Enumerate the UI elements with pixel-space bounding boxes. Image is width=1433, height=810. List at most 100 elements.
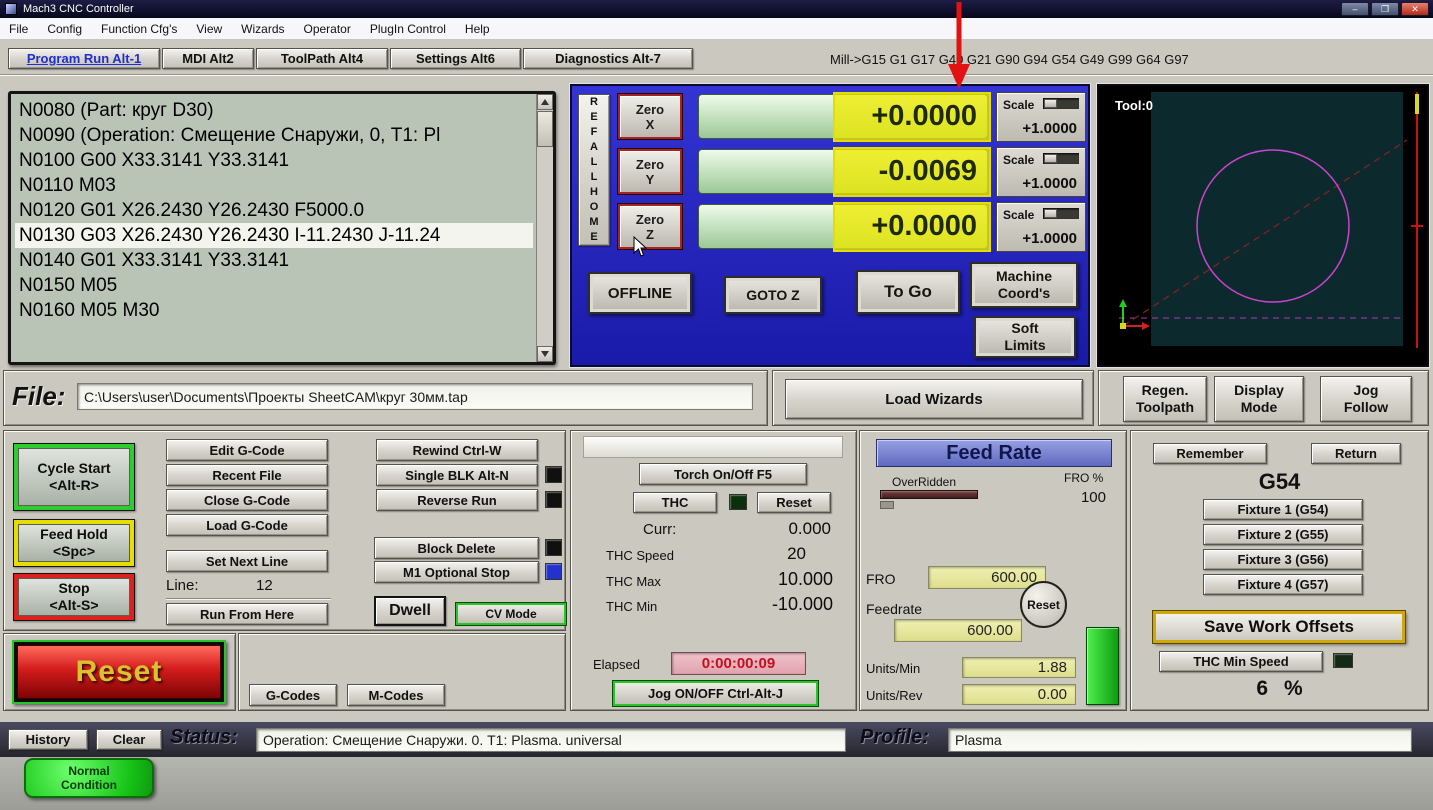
clear-button[interactable]: Clear (96, 729, 162, 750)
y-axis-dro[interactable]: -0.0069 (698, 147, 991, 197)
load-gcode-button[interactable]: Load G-Code (166, 514, 328, 536)
menu-config[interactable]: Config (47, 22, 82, 36)
tab-diagnostics[interactable]: Diagnostics Alt-7 (523, 48, 693, 69)
z-scale-slider[interactable] (1043, 208, 1079, 219)
m1-optional-stop-button[interactable]: M1 Optional Stop (374, 561, 539, 583)
fixture-3-button[interactable]: Fixture 3 (G56) (1203, 549, 1363, 570)
display-mode-button[interactable]: Display Mode (1214, 376, 1304, 422)
x-scale-slider[interactable] (1043, 98, 1079, 109)
fro-reset-button[interactable]: Reset (1020, 581, 1067, 628)
maximize-button[interactable]: ❐ (1371, 2, 1399, 16)
scroll-down-icon[interactable] (537, 346, 553, 362)
m-codes-button[interactable]: M-Codes (347, 684, 445, 706)
set-next-line-button[interactable]: Set Next Line (166, 550, 328, 572)
jog-follow-button[interactable]: Jog Follow (1320, 376, 1412, 422)
tab-program-run[interactable]: Program Run Alt-1 (8, 48, 160, 69)
x-axis-dro[interactable]: +0.0000 (698, 92, 991, 142)
history-button[interactable]: History (8, 729, 88, 750)
edit-gcode-button[interactable]: Edit G-Code (166, 439, 328, 461)
y-scale-slider[interactable] (1043, 153, 1079, 164)
menu-operator[interactable]: Operator (304, 22, 351, 36)
normal-condition-lamp[interactable]: Normal Condition (24, 758, 154, 798)
x-dro-value[interactable]: +0.0000 (777, 100, 977, 133)
fixture-2-button[interactable]: Fixture 2 (G55) (1203, 524, 1363, 545)
gcode-line[interactable]: N0150 M05 (15, 273, 533, 298)
gcode-line-current[interactable]: N0130 G03 X26.2430 Y26.2430 I-11.2430 J-… (15, 223, 533, 248)
stop-button[interactable]: Stop <Alt-S> (13, 573, 135, 621)
fixture-4-button[interactable]: Fixture 4 (G57) (1203, 574, 1363, 595)
regen-toolpath-button[interactable]: Regen. Toolpath (1123, 376, 1207, 422)
reset-button[interactable]: Reset (12, 640, 226, 704)
save-work-offsets-button[interactable]: Save Work Offsets (1153, 611, 1405, 643)
tab-mdi[interactable]: MDI Alt2 (162, 48, 254, 69)
offline-button[interactable]: OFFLINE (588, 272, 692, 314)
thc-min-speed-button[interactable]: THC Min Speed (1159, 651, 1323, 672)
fixture-1-button[interactable]: Fixture 1 (G54) (1203, 499, 1363, 520)
scroll-up-icon[interactable] (537, 94, 553, 110)
soft-limits-button[interactable]: Soft Limits (974, 316, 1076, 358)
menu-function-cfgs[interactable]: Function Cfg's (101, 22, 177, 36)
block-delete-button[interactable]: Block Delete (374, 537, 539, 559)
thc-min-value[interactable]: -10.000 (691, 594, 833, 615)
override-slider-handle[interactable] (880, 501, 894, 509)
y-scale-value[interactable]: +1.0000 (1022, 175, 1077, 192)
feed-rate-panel: Feed Rate OverRidden FRO % 100 FRO 600.0… (859, 430, 1127, 711)
torch-on-off-button[interactable]: Torch On/Off F5 (639, 463, 807, 485)
thc-reset-button[interactable]: Reset (757, 492, 831, 513)
gcode-line[interactable]: N0100 G00 X33.3141 Y33.3141 (15, 148, 533, 173)
reverse-run-button[interactable]: Reverse Run (376, 489, 538, 511)
menu-wizards[interactable]: Wizards (241, 22, 284, 36)
z-scale-value[interactable]: +1.0000 (1022, 230, 1077, 247)
gcode-scrollbar[interactable] (536, 94, 553, 362)
goto-z-button[interactable]: GOTO Z (724, 276, 822, 314)
menu-view[interactable]: View (196, 22, 222, 36)
close-button[interactable]: ✕ (1401, 2, 1429, 16)
scrollbar-thumb[interactable] (537, 111, 553, 147)
cycle-start-button[interactable]: Cycle Start <Alt-R> (13, 443, 135, 511)
single-blk-button[interactable]: Single BLK Alt-N (376, 464, 538, 486)
return-button[interactable]: Return (1311, 443, 1401, 464)
remember-button[interactable]: Remember (1153, 443, 1267, 464)
menu-plugin-control[interactable]: PlugIn Control (370, 22, 446, 36)
zero-z-button[interactable]: Zero Z (618, 204, 682, 249)
thc-button[interactable]: THC (633, 492, 717, 513)
rewind-button[interactable]: Rewind Ctrl-W (376, 439, 538, 461)
z-axis-dro[interactable]: +0.0000 (698, 202, 991, 252)
zero-y-button[interactable]: Zero Y (618, 149, 682, 194)
feedrate-value[interactable]: 600.00 (894, 619, 1022, 642)
to-go-button[interactable]: To Go (856, 270, 960, 314)
gcode-line[interactable]: N0160 M05 M30 (15, 298, 533, 323)
thc-min-speed-led (1333, 653, 1353, 668)
x-scale-value[interactable]: +1.0000 (1022, 120, 1077, 137)
reset-panel: Reset (3, 633, 236, 711)
minimize-button[interactable]: – (1341, 2, 1369, 16)
thc-max-value[interactable]: 10.000 (691, 569, 833, 590)
load-wizards-button[interactable]: Load Wizards (785, 379, 1083, 419)
gcode-line[interactable]: N0120 G01 X26.2430 Y26.2430 F5000.0 (15, 198, 533, 223)
zero-x-button[interactable]: Zero X (618, 94, 682, 139)
g-codes-button[interactable]: G-Codes (249, 684, 337, 706)
gcode-line[interactable]: N0110 M03 (15, 173, 533, 198)
slider-thumb[interactable] (1044, 154, 1057, 163)
close-gcode-button[interactable]: Close G-Code (166, 489, 328, 511)
feed-hold-button[interactable]: Feed Hold <Spc> (13, 519, 135, 567)
menu-help[interactable]: Help (465, 22, 490, 36)
thc-max-label: THC Max (606, 574, 661, 589)
thc-speed-value[interactable]: 20 (691, 544, 806, 564)
z-dro-value[interactable]: +0.0000 (777, 210, 977, 243)
y-scale-label: Scale (1003, 153, 1035, 167)
tab-settings[interactable]: Settings Alt6 (390, 48, 521, 69)
run-from-here-button[interactable]: Run From Here (166, 603, 328, 625)
slider-thumb[interactable] (1044, 99, 1057, 108)
menu-file[interactable]: File (9, 22, 28, 36)
gcode-line[interactable]: N0140 G01 X33.3141 Y33.3141 (15, 248, 533, 273)
machine-coords-button[interactable]: Machine Coord's (970, 262, 1078, 308)
tab-toolpath[interactable]: ToolPath Alt4 (256, 48, 388, 69)
ref-all-home-button[interactable]: R E F A L L H O M E (578, 94, 610, 246)
gcode-line[interactable]: N0090 (Operation: Смещение Снаружи, 0, T… (15, 123, 533, 148)
recent-file-button[interactable]: Recent File (166, 464, 328, 486)
slider-thumb[interactable] (1044, 209, 1057, 218)
jog-on-off-button[interactable]: Jog ON/OFF Ctrl-Alt-J (613, 681, 818, 706)
gcode-line[interactable]: N0080 (Part: круг D30) (15, 98, 533, 123)
y-dro-value[interactable]: -0.0069 (777, 155, 977, 188)
